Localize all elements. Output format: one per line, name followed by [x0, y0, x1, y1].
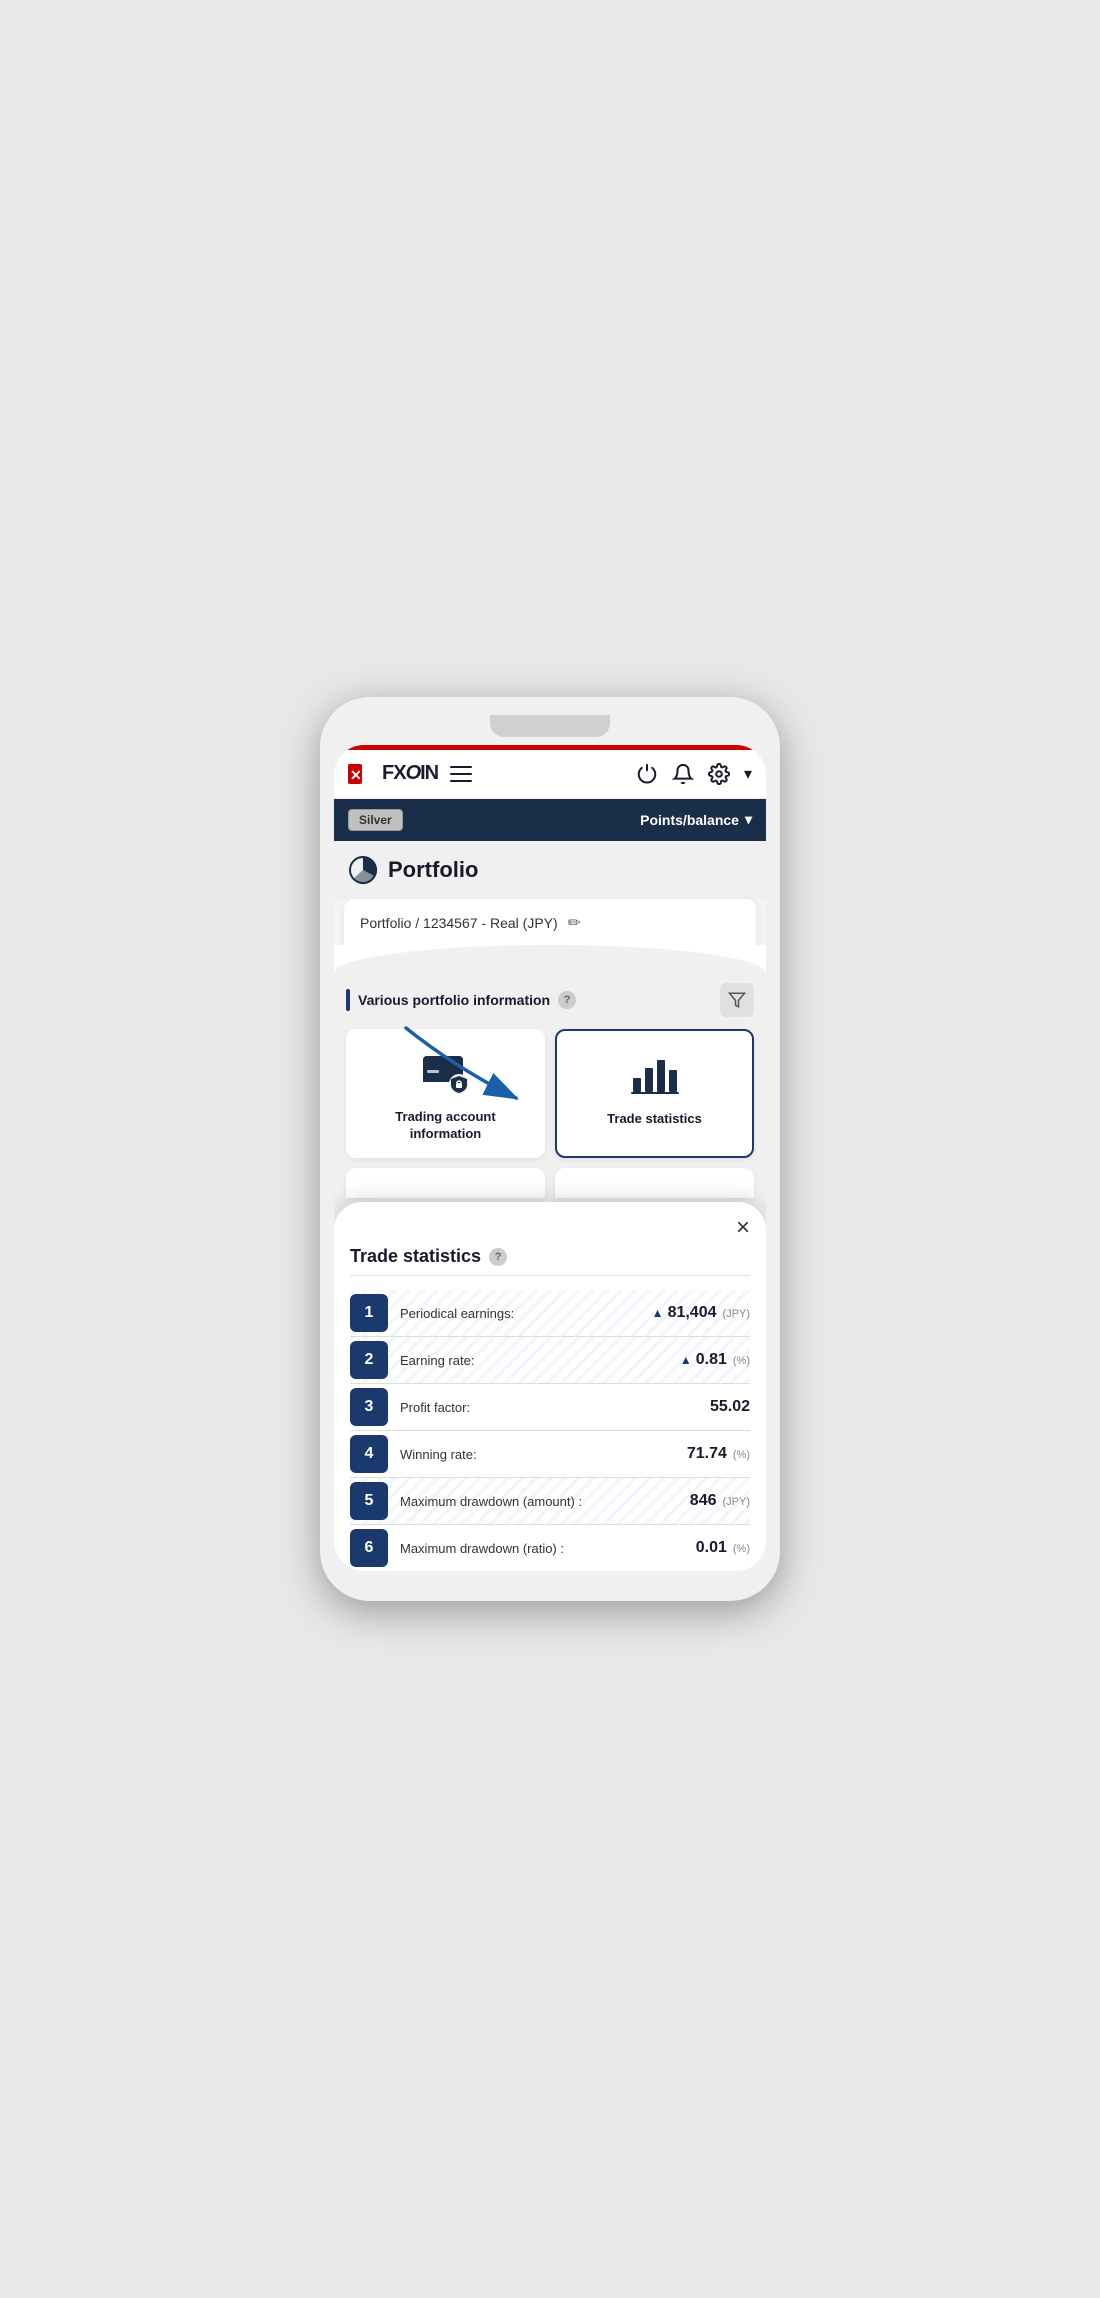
trade-statistics-modal: × Trade statistics ? 1 Periodical earning…: [334, 1202, 766, 1571]
stat-value: 71.74: [687, 1445, 727, 1463]
sub-header: Silver Points/balance ▾: [334, 799, 766, 841]
stat-unit: (%): [733, 1543, 750, 1555]
stat-unit: (%): [733, 1355, 750, 1367]
stat-label: Winning rate:: [400, 1447, 687, 1462]
filter-icon: [728, 991, 746, 1009]
stat-number-badge: 3: [350, 1388, 388, 1426]
trade-statistics-label: Trade statistics: [607, 1111, 702, 1128]
stat-number-badge: 5: [350, 1482, 388, 1520]
stat-value-area: 0.01 (%): [696, 1539, 750, 1557]
stat-value: 81,404: [668, 1304, 717, 1322]
page-title-area: Portfolio: [334, 841, 766, 899]
stat-row: 2 Earning rate:▲ 0.81 (%): [350, 1337, 750, 1384]
stat-value-area: ▲ 81,404 (JPY): [652, 1304, 750, 1322]
modal-divider: [350, 1275, 750, 1276]
phone-frame: ✕ FXOIN: [320, 697, 780, 1602]
stat-row: 1 Periodical earnings:▲ 81,404 (JPY): [350, 1290, 750, 1337]
section-header: Various portfolio information ?: [346, 983, 754, 1017]
blue-accent-bar: [346, 989, 350, 1011]
power-icon[interactable]: [636, 763, 658, 785]
trade-statistics-icon-area: [629, 1049, 681, 1099]
stat-row: 4 Winning rate:71.74 (%): [350, 1431, 750, 1478]
gear-icon[interactable]: [708, 763, 730, 785]
hamburger-menu-icon[interactable]: [450, 766, 472, 782]
stats-list: 1Periodical earnings:▲ 81,404(JPY)2Earni…: [350, 1290, 750, 1571]
stat-row: 6 Maximum drawdown (ratio) :0.01 (%): [350, 1525, 750, 1571]
modal-title: Trade statistics: [350, 1246, 481, 1267]
silver-badge: Silver: [348, 809, 403, 831]
stat-value-area: 55.02: [710, 1398, 750, 1416]
app-header: ✕ FXOIN: [334, 750, 766, 799]
stat-label: Periodical earnings:: [400, 1306, 652, 1321]
stat-number-badge: 4: [350, 1435, 388, 1473]
logo-area: ✕ FXOIN: [348, 760, 472, 788]
section-title: Various portfolio information: [358, 992, 550, 1008]
pointing-arrow: [376, 1028, 576, 1108]
stat-unit: (%): [733, 1449, 750, 1461]
modal-help-icon[interactable]: ?: [489, 1248, 507, 1266]
logo-text: FXOIN: [382, 762, 438, 785]
section-help-icon[interactable]: ?: [558, 991, 576, 1009]
portfolio-title-row: Portfolio / 1234567 - Real (JPY) ✏: [360, 913, 740, 945]
partial-cards-row: [346, 1168, 754, 1198]
portfolio-card: Portfolio / 1234567 - Real (JPY) ✏: [344, 899, 756, 945]
stat-row: 3 Profit factor:55.02: [350, 1384, 750, 1431]
stat-unit: (JPY): [723, 1496, 751, 1508]
fxon-logo: ✕ FXOIN: [348, 760, 438, 788]
stat-label: Profit factor:: [400, 1400, 710, 1415]
stat-value: 846: [690, 1492, 717, 1510]
stat-number-badge: 1: [350, 1294, 388, 1332]
stat-label: Maximum drawdown (ratio) :: [400, 1541, 696, 1556]
wave-divider: [334, 945, 766, 973]
stat-number-badge: 6: [350, 1529, 388, 1567]
stat-label: Earning rate:: [400, 1353, 680, 1368]
stat-label: Maximum drawdown (amount) :: [400, 1494, 690, 1509]
edit-icon[interactable]: ✏: [568, 913, 581, 933]
stat-arrow-icon: ▲: [652, 1306, 664, 1320]
stat-row: 5 Maximum drawdown (amount) :846 (JPY): [350, 1478, 750, 1525]
stat-value-area: ▲ 0.81 (%): [680, 1351, 750, 1369]
phone-notch: [490, 715, 610, 737]
section-area: Various portfolio information ?: [334, 973, 766, 1213]
portfolio-pie-icon: [348, 855, 378, 885]
phone-screen: ✕ FXOIN: [334, 745, 766, 1572]
stat-value: 55.02: [710, 1398, 750, 1416]
modal-close-button[interactable]: ×: [736, 1216, 750, 1240]
section-title-row: Various portfolio information ?: [346, 989, 576, 1011]
svg-text:✕: ✕: [350, 767, 362, 783]
stat-value: 0.81: [696, 1351, 727, 1369]
modal-title-row: Trade statistics ?: [350, 1246, 750, 1267]
points-chevron-icon: ▾: [745, 811, 752, 828]
trading-account-label: Trading account information: [395, 1109, 495, 1143]
chevron-down-icon[interactable]: ▾: [744, 764, 752, 784]
page-title: Portfolio: [388, 857, 478, 883]
header-icons: ▾: [636, 763, 752, 785]
stat-value-area: 846 (JPY): [690, 1492, 750, 1510]
stat-unit: (JPY): [723, 1308, 751, 1320]
bell-icon[interactable]: [672, 763, 694, 785]
stat-value: 0.01: [696, 1539, 727, 1557]
partial-card-2: [555, 1168, 754, 1198]
stat-value-area: 71.74 (%): [687, 1445, 750, 1463]
trade-statistics-card[interactable]: Trade statistics: [555, 1029, 754, 1159]
stat-number-badge: 2: [350, 1341, 388, 1379]
trade-statistics-icon: [629, 1050, 681, 1098]
points-balance-button[interactable]: Points/balance ▾: [640, 811, 752, 828]
filter-button[interactable]: [720, 983, 754, 1017]
stat-arrow-icon: ▲: [680, 1353, 692, 1367]
partial-card-1: [346, 1168, 545, 1198]
modal-close-row: ×: [350, 1216, 750, 1240]
logo-icon: ✕: [348, 760, 380, 788]
portfolio-breadcrumb: Portfolio / 1234567 - Real (JPY): [360, 915, 558, 931]
